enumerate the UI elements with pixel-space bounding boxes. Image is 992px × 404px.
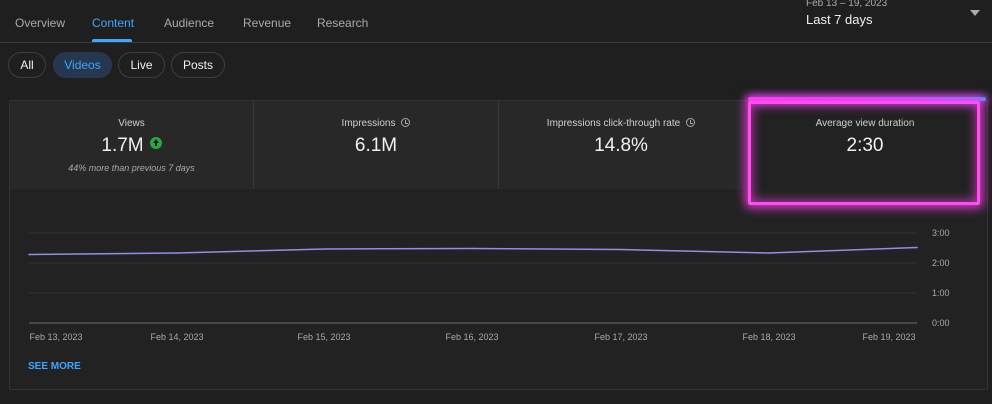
up-arrow-circle-icon bbox=[149, 137, 162, 149]
tab-content[interactable]: Content bbox=[92, 16, 134, 30]
x-tick-label: Feb 14, 2023 bbox=[150, 332, 204, 342]
metric-value: 14.8% bbox=[594, 135, 648, 156]
metric-label: Views bbox=[118, 118, 145, 129]
metric-label: Impressions bbox=[254, 118, 498, 129]
x-tick-label: Feb 18, 2023 bbox=[742, 332, 796, 342]
metric-card-ctr[interactable]: Impressions click-through rate 14.8% bbox=[499, 101, 743, 189]
metric-card-views[interactable]: Views 1.7M 44% more than previous 7 days bbox=[10, 101, 253, 189]
date-range-selector[interactable]: Feb 13 – 19, 2023 Last 7 days bbox=[806, 0, 887, 27]
chip-live[interactable]: Live bbox=[118, 52, 165, 78]
metric-label: Impressions click-through rate bbox=[499, 118, 743, 129]
active-tab-underline bbox=[92, 39, 132, 42]
y-tick-label: 3:00 bbox=[932, 228, 950, 238]
date-range-dates: Feb 13 – 19, 2023 bbox=[806, 0, 888, 9]
y-tick-label: 1:00 bbox=[932, 288, 950, 298]
x-tick-label: Feb 16, 2023 bbox=[445, 332, 499, 342]
x-tick-label: Feb 13, 2023 bbox=[29, 332, 83, 342]
see-more-link[interactable]: SEE MORE bbox=[28, 361, 81, 372]
chip-all[interactable]: All bbox=[8, 52, 46, 78]
y-tick-label: 2:00 bbox=[932, 258, 950, 268]
metric-comparison-note: 44% more than previous 7 days bbox=[68, 163, 195, 173]
tab-audience[interactable]: Audience bbox=[164, 16, 214, 30]
y-tick-label: 0:00 bbox=[932, 318, 950, 328]
clock-icon bbox=[401, 118, 411, 127]
tab-overview[interactable]: Overview bbox=[15, 16, 65, 30]
date-range-label: Last 7 days bbox=[806, 12, 873, 27]
highlight-box bbox=[748, 101, 980, 205]
chip-videos[interactable]: Videos bbox=[53, 52, 112, 78]
x-tick-label: Feb 19, 2023 bbox=[862, 332, 916, 342]
tab-revenue[interactable]: Revenue bbox=[243, 16, 291, 30]
metric-value: 1.7M bbox=[10, 135, 253, 157]
clock-icon bbox=[686, 118, 696, 127]
metric-card-impressions[interactable]: Impressions 6.1M bbox=[254, 101, 498, 189]
metric-value: 6.1M bbox=[354, 135, 398, 156]
x-tick-label: Feb 15, 2023 bbox=[297, 332, 351, 342]
chip-posts[interactable]: Posts bbox=[171, 52, 225, 78]
dropdown-caret-icon[interactable] bbox=[970, 10, 980, 16]
x-tick-label: Feb 17, 2023 bbox=[594, 332, 648, 342]
tab-research[interactable]: Research bbox=[317, 16, 368, 30]
